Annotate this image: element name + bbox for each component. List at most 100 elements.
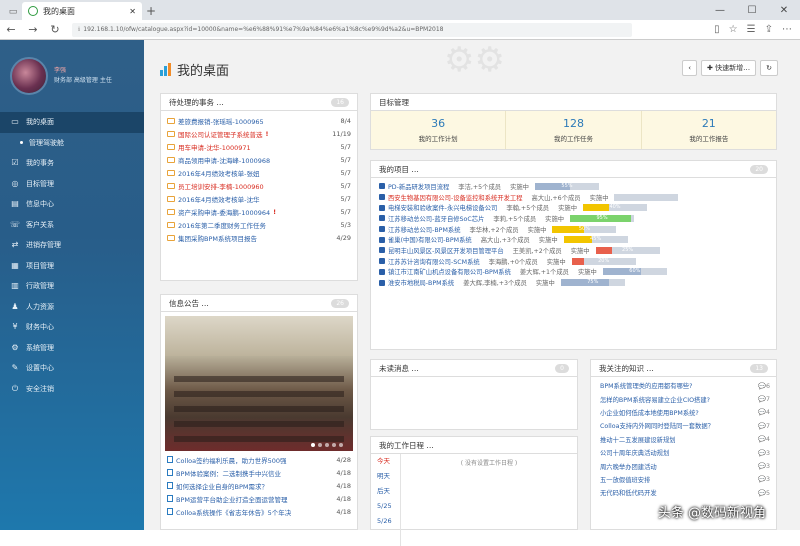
tab-actions-icon[interactable]: ▭ bbox=[6, 4, 20, 20]
todo-title[interactable]: 待处理的事务 … bbox=[169, 97, 224, 108]
list-item[interactable]: BPM体验案例：二选制携手中兴信业 4/18 bbox=[167, 466, 351, 479]
sidebar-item-crm[interactable]: ☏ 客户关系 bbox=[0, 215, 144, 236]
goal-work-reports[interactable]: 21 我的工作报告 bbox=[642, 111, 776, 149]
projects-title[interactable]: 我的项目 … bbox=[379, 164, 419, 175]
day-tomorrow[interactable]: 明天 bbox=[371, 469, 400, 484]
sidebar-item-my-desktop[interactable]: ▭ 我的桌面 bbox=[0, 112, 144, 133]
schedule-title[interactable]: 我的工作日程 … bbox=[379, 440, 434, 451]
list-item[interactable]: 江苏移动总公司-蓝牙自修SoC芯片 李莉,+5个成员 实施中 95% bbox=[379, 213, 768, 224]
news-title[interactable]: 信息公告 … bbox=[169, 298, 209, 309]
sidebar-item-goals[interactable]: ◎ 目标管理 bbox=[0, 174, 144, 195]
sidebar-item-my-affairs[interactable]: ☑ 我的事务 bbox=[0, 153, 144, 174]
sidebar-item-system[interactable]: ⚙ 系统管理 bbox=[0, 338, 144, 359]
list-item[interactable]: 雀巢(中国)有限公司-BPM系统 高大山,+3个成员 实施中 45% bbox=[379, 234, 768, 245]
list-item[interactable]: 如何选择企业自身的BPM需求？ 4/18 bbox=[167, 479, 351, 492]
day-after-tomorrow[interactable]: 后天 bbox=[371, 484, 400, 499]
list-item[interactable]: 电梯安装和验收案件-永兴电梯设备公司 李翰,+5个成员 实施中 40% bbox=[379, 202, 768, 213]
list-item[interactable]: PD-新品研发项目流程 李洁,+5个成员 实施中 55% bbox=[379, 181, 768, 192]
sidebar-item-inventory[interactable]: ⇄ 进销存管理 bbox=[0, 235, 144, 256]
reading-view-icon[interactable]: ▯ bbox=[714, 24, 720, 35]
list-item[interactable]: 江苏移动总公司-BPM系统 李华林,+2个成员 实施中 50% bbox=[379, 224, 768, 235]
news-carousel-image[interactable] bbox=[165, 316, 353, 451]
favorites-hub-icon[interactable]: ☰ bbox=[747, 24, 756, 35]
sidebar-item-dashboard[interactable]: 管理驾驶舱 bbox=[0, 133, 144, 154]
task-title[interactable]: 2016年4月绩效考核单-张妞 bbox=[178, 168, 260, 178]
url-field[interactable]: ℹ 192.168.1.10/ofw/catalogue.aspx?id=1000… bbox=[72, 22, 632, 37]
forward-icon[interactable]: → bbox=[22, 23, 44, 36]
project-name[interactable]: 西安生物基因有限公司-设备监控和系统开发工程 bbox=[388, 193, 523, 202]
list-item[interactable]: 2016年4月绩效考核单-张妞 5/7 bbox=[167, 166, 351, 179]
list-item[interactable]: Colloa系统操作《省志年休告》5个年决 4/18 bbox=[167, 505, 351, 518]
list-item[interactable]: BPM运营平台助企业打造全面运营管理 4/18 bbox=[167, 492, 351, 505]
project-name[interactable]: 江苏苏计咨询有限公司-SCM系统 bbox=[388, 257, 480, 266]
list-item[interactable]: 怎样的BPM系统容易建立企业CIO搭建? 💬7 bbox=[597, 392, 770, 405]
knowledge-title[interactable]: 五一放假值班安排 bbox=[600, 475, 650, 484]
news-title[interactable]: 如何选择企业自身的BPM需求？ bbox=[176, 481, 268, 491]
minimize-icon[interactable]: — bbox=[704, 0, 736, 20]
list-item[interactable]: 资产采购申请-委海鹏-1000964! 5/7 bbox=[167, 206, 351, 219]
knowledge-title[interactable]: 我关注的知识 … bbox=[599, 363, 654, 374]
task-title[interactable]: 差旅费报销-张瑶瑶-1000965 bbox=[178, 116, 264, 126]
list-item[interactable]: 西安生物基因有限公司-设备监控和系统开发工程 高大山,+6个成员 实施中 bbox=[379, 192, 768, 203]
list-item[interactable]: Colloa支持内外网同时登陆同一套数据？ 💬7 bbox=[597, 419, 770, 432]
close-tab-icon[interactable]: ✕ bbox=[129, 7, 136, 16]
knowledge-title[interactable]: BPM系统管理类的应用都有哪些? bbox=[600, 381, 692, 390]
sidebar-item-projects[interactable]: ▦ 项目管理 bbox=[0, 256, 144, 277]
prev-button[interactable]: ‹ bbox=[682, 60, 698, 76]
list-item[interactable]: 小企业如何低成本地使用BPM系统? 💬4 bbox=[597, 406, 770, 419]
task-title[interactable]: 资产采购申请-委海鹏-1000964 bbox=[178, 207, 270, 217]
list-item[interactable]: 推动十二五发展建设新规划 💬4 bbox=[597, 433, 770, 446]
news-title[interactable]: Colloa系统操作《省志年休告》5个年决 bbox=[176, 507, 291, 517]
goal-work-tasks[interactable]: 128 我的工作任务 bbox=[506, 111, 642, 149]
back-icon[interactable]: ← bbox=[0, 23, 22, 36]
knowledge-title[interactable]: 公司十周年庆典活动规划 bbox=[600, 448, 669, 457]
list-item[interactable]: 集团采购BPM系统项目报告 4/29 bbox=[167, 232, 351, 245]
quick-new-button[interactable]: ✚ 快速新增… bbox=[701, 60, 757, 76]
project-name[interactable]: 江苏移动总公司-蓝牙自修SoC芯片 bbox=[388, 214, 484, 223]
project-name[interactable]: 淮安市地税局-BPM系统 bbox=[388, 278, 454, 287]
sidebar-item-logout[interactable]: ⏻ 安全注销 bbox=[0, 379, 144, 400]
goal-work-plans[interactable]: 36 我的工作计划 bbox=[371, 111, 507, 149]
carousel-dots[interactable] bbox=[311, 443, 343, 447]
news-title[interactable]: BPM运营平台助企业打造全面运营管理 bbox=[176, 494, 288, 504]
list-item[interactable]: 昆明丰山风景区-风景区开发项目管理平台 王美凯,+2个成员 实施中 25% bbox=[379, 245, 768, 256]
knowledge-title[interactable]: 小企业如何低成本地使用BPM系统? bbox=[600, 408, 699, 417]
list-item[interactable]: 镇江市江南矿山机点设备有限公司-BPM系统 姜大辉,+1个成员 实施中 60% bbox=[379, 267, 768, 278]
project-name[interactable]: 电梯安装和验收案件-永兴电梯设备公司 bbox=[388, 203, 497, 212]
list-item[interactable]: 无代码和低代码开发 💬5 bbox=[597, 486, 770, 499]
avatar[interactable] bbox=[10, 57, 48, 95]
project-name[interactable]: 雀巢(中国)有限公司-BPM系统 bbox=[388, 235, 472, 244]
list-item[interactable]: 2016年第二季度财务工作任务 5/3 bbox=[167, 219, 351, 232]
list-item[interactable]: 淮安市地税局-BPM系统 姜大辉,李楠,+3个成员 实施中 75% bbox=[379, 277, 768, 288]
day-today[interactable]: 今天 bbox=[371, 454, 400, 469]
knowledge-title[interactable]: 推动十二五发展建设新规划 bbox=[600, 435, 676, 444]
refresh-button[interactable]: ↻ bbox=[760, 60, 778, 76]
task-title[interactable]: 2016年第二季度财务工作任务 bbox=[178, 220, 266, 230]
sidebar-item-hr[interactable]: ♟ 人力资源 bbox=[0, 297, 144, 318]
close-window-icon[interactable]: ✕ bbox=[768, 0, 800, 20]
news-title[interactable]: Colloa签约福利乐晨，助力世界500强 bbox=[176, 455, 287, 465]
browser-tab[interactable]: 我的桌面 ✕ bbox=[22, 2, 142, 20]
task-title[interactable]: 商品领用申请-沈海峰-1000968 bbox=[178, 155, 270, 165]
maximize-icon[interactable]: ☐ bbox=[736, 0, 768, 20]
list-item[interactable]: BPM系统管理类的应用都有哪些? 💬6 bbox=[597, 379, 770, 392]
favorite-star-icon[interactable]: ☆ bbox=[729, 24, 738, 35]
task-title[interactable]: 国际公司认证管理子系统普选 bbox=[178, 129, 263, 139]
unread-title[interactable]: 未读消息 … bbox=[379, 363, 419, 374]
goals-title[interactable]: 目标管理 bbox=[379, 97, 409, 108]
project-name[interactable]: 镇江市江南矿山机点设备有限公司-BPM系统 bbox=[388, 267, 511, 276]
list-item[interactable]: 用车申请-沈华-1000971 5/7 bbox=[167, 140, 351, 153]
day-date[interactable]: 5/25 bbox=[371, 499, 400, 514]
list-item[interactable]: 差旅费报销-张瑶瑶-1000965 8/4 bbox=[167, 114, 351, 127]
more-icon[interactable]: ⋯ bbox=[782, 24, 792, 35]
project-name[interactable]: 江苏移动总公司-BPM系统 bbox=[388, 225, 461, 234]
task-title[interactable]: 员工培训安排-李楠-1000960 bbox=[178, 181, 264, 191]
sidebar-item-settings[interactable]: ✎ 设置中心 bbox=[0, 358, 144, 379]
list-item[interactable]: 员工培训安排-李楠-1000960 5/7 bbox=[167, 179, 351, 192]
knowledge-title[interactable]: Colloa支持内外网同时登陆同一套数据？ bbox=[600, 421, 714, 430]
share-icon[interactable]: ⇪ bbox=[765, 24, 773, 35]
sidebar-item-admin[interactable]: ▥ 行政管理 bbox=[0, 276, 144, 297]
list-item[interactable]: Colloa签约福利乐晨，助力世界500强 4/28 bbox=[167, 453, 351, 466]
task-title[interactable]: 用车申请-沈华-1000971 bbox=[178, 142, 251, 152]
sidebar-item-info-center[interactable]: ▤ 信息中心 bbox=[0, 194, 144, 215]
